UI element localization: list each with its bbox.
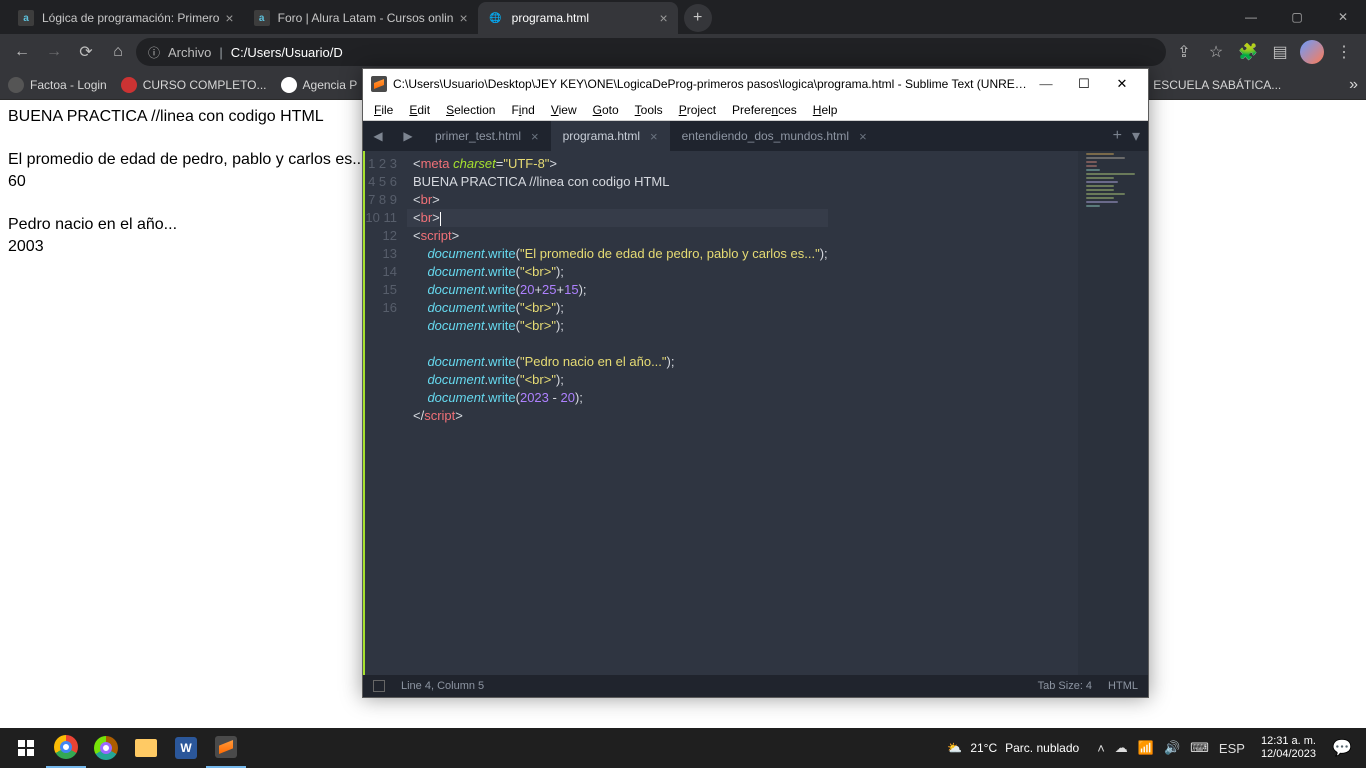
taskbar-weather[interactable]: ⛅ 21°C Parc. nublado (937, 741, 1089, 755)
tabs-menu-icon[interactable]: ▾ (1132, 126, 1140, 146)
taskbar-explorer[interactable] (126, 728, 166, 768)
syntax-mode[interactable]: HTML (1108, 680, 1138, 692)
menu-icon[interactable]: ⋮ (1330, 38, 1358, 66)
sublime-title-text: C:\Users\Usuario\Desktop\JEY KEY\ONE\Log… (393, 77, 1028, 91)
sublime-menubar: File Edit Selection Find View Goto Tools… (363, 99, 1148, 121)
menu-view[interactable]: View (544, 101, 584, 119)
close-icon[interactable]: ✕ (1320, 0, 1366, 34)
taskbar-chrome[interactable] (46, 728, 86, 768)
notifications-icon[interactable]: 💬 (1324, 728, 1360, 768)
wifi-icon[interactable]: 📶 (1138, 740, 1154, 756)
tab-label: Lógica de programación: Primero (42, 11, 219, 25)
minimize-icon[interactable]: ― (1228, 0, 1274, 34)
maximize-icon[interactable]: ▢ (1274, 0, 1320, 34)
editor-area[interactable]: 1 2 3 4 5 6 7 8 9 10 11 12 13 14 15 16 <… (363, 151, 1148, 675)
share-icon[interactable]: ⇪ (1170, 38, 1198, 66)
close-icon[interactable]: × (659, 10, 667, 26)
editor-tab-active[interactable]: programa.html× (551, 121, 670, 151)
minimize-icon[interactable]: ― (1028, 72, 1064, 96)
sublime-statusbar: Line 4, Column 5 Tab Size: 4 HTML (363, 675, 1148, 697)
new-tab-button[interactable]: + (684, 4, 712, 32)
taskbar-chrome-canary[interactable] (86, 728, 126, 768)
info-icon: ⓘ (148, 44, 160, 61)
keyboard-icon[interactable]: ⌨ (1190, 740, 1209, 756)
reload-button[interactable]: ⟳ (72, 38, 100, 66)
onedrive-icon[interactable]: ☁ (1115, 740, 1128, 756)
clock-date: 12/04/2023 (1261, 748, 1316, 761)
bookmark-item[interactable]: Factoa - Login (8, 77, 107, 93)
weather-desc: Parc. nublado (1005, 741, 1079, 755)
menu-tools[interactable]: Tools (628, 101, 670, 119)
editor-tab[interactable]: entendiendo_dos_mundos.html× (670, 121, 879, 151)
tab-nav-right-icon[interactable]: ▶ (393, 121, 423, 151)
menu-help[interactable]: Help (806, 101, 845, 119)
menu-preferences[interactable]: Preferences (725, 101, 804, 119)
close-icon[interactable]: × (531, 129, 539, 144)
address-bar[interactable]: ⓘ Archivo | C:/Users/Usuario/D (136, 38, 1166, 66)
language-indicator[interactable]: ESP (1219, 741, 1245, 756)
windows-taskbar: W ⛅ 21°C Parc. nublado ˄ ☁ 📶 🔊 ⌨ ESP 12:… (0, 728, 1366, 768)
taskbar-word[interactable]: W (166, 728, 206, 768)
close-icon[interactable]: × (859, 129, 867, 144)
profile-avatar[interactable] (1298, 38, 1326, 66)
omnibox-prefix: Archivo (168, 45, 211, 60)
tab-nav-left-icon[interactable]: ◀ (363, 121, 393, 151)
menu-selection[interactable]: Selection (439, 101, 502, 119)
sublime-titlebar[interactable]: C:\Users\Usuario\Desktop\JEY KEY\ONE\Log… (363, 69, 1148, 99)
bookmark-icon[interactable]: ☆ (1202, 38, 1230, 66)
browser-tab-active[interactable]: 🌐 programa.html × (478, 2, 678, 34)
forward-button[interactable]: → (40, 38, 68, 66)
code-content[interactable]: <meta charset="UTF-8"> BUENA PRACTICA //… (407, 151, 828, 675)
browser-toolbar: ← → ⟳ ⌂ ⓘ Archivo | C:/Users/Usuario/D ⇪… (0, 34, 1366, 70)
bookmark-item[interactable]: ESCUELA SABÁTICA... (1131, 77, 1281, 93)
minimap[interactable] (1078, 151, 1148, 675)
sublime-tabs: ◀ ▶ primer_test.html× programa.html× ent… (363, 121, 1148, 151)
bookmarks-overflow-icon[interactable]: » (1349, 76, 1358, 94)
close-icon[interactable]: × (225, 10, 233, 26)
home-button[interactable]: ⌂ (104, 38, 132, 66)
weather-temp: 21°C (970, 741, 997, 755)
menu-project[interactable]: Project (672, 101, 723, 119)
browser-tab[interactable]: a Foro | Alura Latam - Cursos onlin × (244, 2, 478, 34)
weather-icon: ⛅ (947, 741, 962, 755)
menu-file[interactable]: File (367, 101, 400, 119)
start-button[interactable] (6, 728, 46, 768)
tab-label: Foro | Alura Latam - Cursos onlin (278, 11, 454, 25)
volume-icon[interactable]: 🔊 (1164, 740, 1180, 756)
extensions-icon[interactable]: 🧩 (1234, 38, 1262, 66)
browser-tabstrip: a Lógica de programación: Primero × a Fo… (0, 0, 1366, 34)
new-tab-icon[interactable]: + (1113, 127, 1122, 145)
sublime-logo-icon (371, 76, 387, 92)
sublime-window: C:\Users\Usuario\Desktop\JEY KEY\ONE\Log… (362, 68, 1149, 698)
globe-icon: 🌐 (488, 10, 504, 26)
menu-edit[interactable]: Edit (402, 101, 437, 119)
close-icon[interactable]: × (650, 129, 658, 144)
clock-time: 12:31 a. m. (1261, 735, 1316, 748)
taskbar-sublime[interactable] (206, 728, 246, 768)
back-button[interactable]: ← (8, 38, 36, 66)
menu-find[interactable]: Find (504, 101, 541, 119)
close-icon[interactable]: × (459, 10, 467, 26)
browser-tab[interactable]: a Lógica de programación: Primero × (8, 2, 244, 34)
bookmark-item[interactable]: CURSO COMPLETO... (121, 77, 267, 93)
cursor-position: Line 4, Column 5 (401, 680, 484, 692)
alura-favicon: a (254, 10, 270, 26)
alura-favicon: a (18, 10, 34, 26)
chevron-up-icon[interactable]: ˄ (1097, 741, 1105, 756)
panel-toggle-icon[interactable] (373, 680, 385, 692)
taskbar-clock[interactable]: 12:31 a. m. 12/04/2023 (1253, 735, 1324, 761)
tab-size[interactable]: Tab Size: 4 (1038, 680, 1092, 692)
line-gutter: 1 2 3 4 5 6 7 8 9 10 11 12 13 14 15 16 (363, 151, 407, 675)
tab-label: programa.html (512, 11, 654, 25)
bookmark-item[interactable]: Agencia P (281, 77, 358, 93)
menu-goto[interactable]: Goto (586, 101, 626, 119)
editor-tab[interactable]: primer_test.html× (423, 121, 551, 151)
maximize-icon[interactable]: ☐ (1066, 72, 1102, 96)
omnibox-path: C:/Users/Usuario/D (231, 45, 343, 60)
reading-list-icon[interactable]: ▤ (1266, 38, 1294, 66)
system-tray[interactable]: ˄ ☁ 📶 🔊 ⌨ ESP (1089, 740, 1253, 756)
close-icon[interactable]: ✕ (1104, 72, 1140, 96)
